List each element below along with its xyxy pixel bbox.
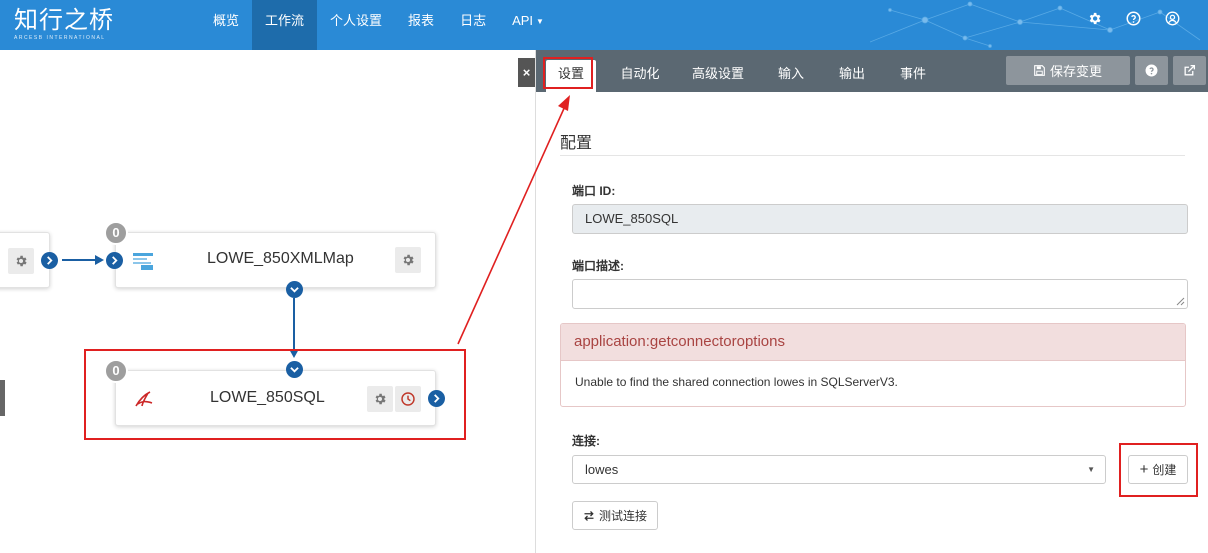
main-nav: 概览 工作流 个人设置 报表 日志 API ▼ [200, 0, 557, 50]
close-panel-button[interactable]: × [518, 58, 535, 87]
save-changes-label: 保存变更 [1049, 64, 1102, 79]
workflow-node-xmlmap[interactable]: LOWE_850XMLMap [115, 232, 436, 288]
tab-automation[interactable]: 自动化 [612, 60, 668, 92]
section-divider [560, 155, 1185, 156]
xml-map-icon [133, 253, 153, 270]
connector-lines [62, 255, 299, 358]
connection-select[interactable]: lowes ▼ [572, 455, 1106, 484]
highlight-box-settings-tab [543, 57, 593, 89]
tab-output[interactable]: 输出 [833, 60, 871, 92]
nav-item-overview[interactable]: 概览 [200, 0, 252, 50]
workflow-canvas[interactable]: LOWE_850XMLMap 0 LOWE_850SQL 0 [0, 50, 535, 553]
port-description-field[interactable] [572, 279, 1188, 309]
left-panel-grip[interactable] [0, 380, 5, 416]
connection-selected-value: lowes [585, 462, 619, 477]
highlight-box-create-button [1119, 443, 1198, 497]
node-title: LOWE_850XMLMap [207, 250, 354, 267]
chevron-down-icon [290, 287, 299, 293]
port-description-label: 端口描述: [572, 259, 624, 273]
chevron-right-icon [112, 256, 118, 265]
nav-item-api[interactable]: API ▼ [499, 0, 557, 50]
section-title: 配置 [560, 135, 593, 152]
node-settings-button[interactable] [8, 248, 34, 274]
help-icon[interactable] [1126, 11, 1141, 26]
gear-icon[interactable] [1087, 11, 1102, 26]
tab-advanced[interactable]: 高级设置 [686, 60, 750, 92]
alert-title: application:getconnectoroptions [561, 324, 1185, 361]
top-icons [1087, 11, 1180, 26]
node-input-port[interactable] [106, 252, 123, 269]
port-settings-panel: 设置 自动化 高级设置 输入 输出 事件 保存变更 配置 端口 ID: LOWE… [535, 50, 1208, 553]
tab-events[interactable]: 事件 [894, 60, 932, 92]
node-output-port[interactable] [41, 252, 58, 269]
test-connection-button[interactable]: 测试连接 [572, 501, 658, 530]
test-connection-label: 测试连接 [598, 509, 647, 523]
port-id-label: 端口 ID: [572, 184, 616, 198]
panel-tabbar: 设置 自动化 高级设置 输入 输出 事件 保存变更 [536, 50, 1208, 92]
alert-message: Unable to find the shared connection low… [561, 361, 1185, 403]
node-count-badge: 0 [104, 221, 128, 245]
external-link-icon [1184, 64, 1196, 76]
logo-subtext: ARCESB INTERNATIONAL [14, 35, 106, 41]
app-logo[interactable]: 知行之桥 ARCESB INTERNATIONAL [14, 6, 114, 41]
caret-down-icon: ▼ [536, 17, 544, 26]
node-settings-button[interactable] [395, 247, 421, 273]
logo-text: 知行之桥 [14, 6, 114, 34]
gear-icon [403, 254, 414, 266]
node-output-port[interactable] [286, 281, 303, 298]
panel-popout-button[interactable] [1173, 56, 1206, 85]
nav-item-workflow[interactable]: 工作流 [252, 0, 318, 50]
save-changes-button[interactable]: 保存变更 [1006, 56, 1130, 85]
error-alert: application:getconnectoroptions Unable t… [560, 323, 1186, 407]
top-navbar: 知行之桥 ARCESB INTERNATIONAL 概览 工作流 个人设置 报表… [0, 0, 1208, 50]
chevron-right-icon [47, 256, 53, 265]
nav-item-profile[interactable]: 个人设置 [317, 0, 395, 50]
connection-label: 连接: [572, 434, 600, 448]
port-id-field[interactable]: LOWE_850SQL [572, 204, 1188, 234]
nav-item-reports[interactable]: 报表 [395, 0, 447, 50]
resize-grip-icon[interactable] [1176, 297, 1185, 306]
help-icon [1145, 64, 1158, 77]
caret-down-icon: ▼ [1087, 465, 1095, 474]
nav-item-api-label: API [512, 13, 534, 28]
save-icon [1034, 65, 1045, 76]
panel-help-button[interactable] [1135, 56, 1168, 85]
highlight-box-sql-node [84, 349, 466, 440]
tab-input[interactable]: 输入 [772, 60, 810, 92]
gear-icon [16, 255, 27, 267]
nav-item-logs[interactable]: 日志 [447, 0, 499, 50]
swap-icon [584, 510, 594, 521]
user-icon[interactable] [1165, 11, 1180, 26]
